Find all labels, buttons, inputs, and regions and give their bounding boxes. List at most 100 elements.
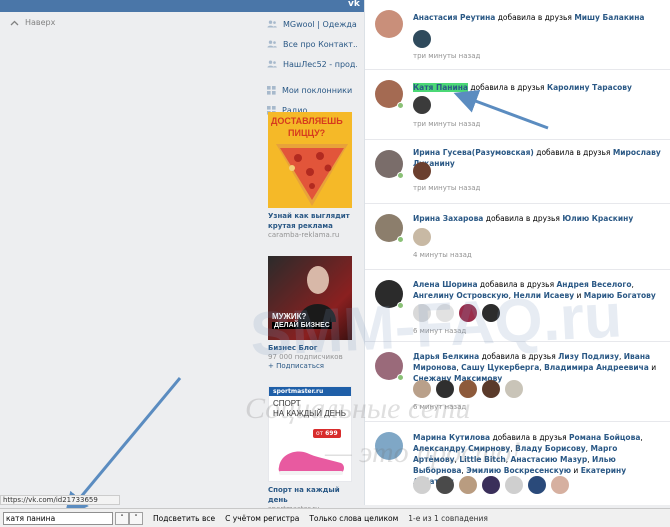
feed-entry: Марина Кутилова добавила в друзья Романа… xyxy=(365,422,670,505)
feed-entry: Ирина Захарова добавила в друзья Юлию Кр… xyxy=(365,204,670,270)
people-icon xyxy=(267,40,277,48)
ad-title[interactable]: Спорт на каждый день xyxy=(268,485,352,505)
friend-link[interactable]: Мишу Балакина xyxy=(574,13,644,22)
find-result-count: 1-е из 1 совпадения xyxy=(408,513,488,523)
friend-thumb[interactable] xyxy=(413,304,431,322)
ad-title[interactable]: крутая реклама xyxy=(268,221,352,231)
friend-thumb[interactable] xyxy=(528,476,546,494)
avatar[interactable] xyxy=(375,432,403,460)
friend-thumb[interactable] xyxy=(436,304,454,322)
match-case-toggle[interactable]: С учётом регистра xyxy=(225,514,299,523)
friend-thumb[interactable] xyxy=(459,476,477,494)
friend-thumb[interactable] xyxy=(505,476,523,494)
timestamp: три минуты назад xyxy=(413,184,481,192)
user-link[interactable]: Ирина Захарова xyxy=(413,214,483,223)
ad-block[interactable]: sportmaster.ru СПОРТ НА КАЖДЫЙ ДЕНЬ от 6… xyxy=(268,386,352,514)
ad-image[interactable]: sportmaster.ru СПОРТ НА КАЖДЫЙ ДЕНЬ от 6… xyxy=(268,386,352,482)
ad-image[interactable]: ДОСТАВЛЯЕШЬ ПИЦЦУ? xyxy=(268,112,352,208)
user-link[interactable]: Анастасия Реутина xyxy=(413,13,495,22)
friend-thumb[interactable] xyxy=(505,380,523,398)
friend-link[interactable]: Юлию Краскину xyxy=(562,214,633,223)
friend-thumb[interactable] xyxy=(551,476,569,494)
friends-activity-feed: Анастасия Реутина добавила в друзья Мишу… xyxy=(364,0,670,505)
find-bar: ˄ ˅ Подсветить все С учётом регистра Тол… xyxy=(0,508,670,527)
avatar[interactable] xyxy=(375,10,403,38)
subscribe-link[interactable]: + Подписаться xyxy=(268,362,352,371)
find-input[interactable] xyxy=(3,511,113,525)
price-badge: от 699 xyxy=(313,429,341,438)
friend-thumb[interactable] xyxy=(482,380,500,398)
ad-block[interactable]: МУЖИК? ДЕЛАЙ БИЗНЕС Бизнес Блог 97 000 п… xyxy=(268,256,352,371)
feed-entry: Ирина Гусева(Разумовская) добавила в дру… xyxy=(365,140,670,204)
menu-group-item[interactable]: НашЛес52 - прод... xyxy=(267,54,357,74)
chevron-up-icon xyxy=(10,20,19,25)
friend-thumb[interactable] xyxy=(459,304,477,322)
friend-link[interactable]: Марию Богатову xyxy=(584,291,656,300)
whole-words-toggle[interactable]: Только слова целиком xyxy=(309,514,398,523)
friend-thumb[interactable] xyxy=(436,476,454,494)
ad-title[interactable]: Бизнес Блог xyxy=(268,343,352,353)
people-icon xyxy=(267,60,277,68)
feed-entry: Дарья Белкина добавила в друзья Лизу Под… xyxy=(365,342,670,422)
friend-thumb[interactable] xyxy=(482,304,500,322)
friend-link[interactable]: Ангелину Островскую xyxy=(413,291,509,300)
left-menu: MGwool | Одежда... Все про Контакт... На… xyxy=(267,14,357,120)
timestamp: 6 минут назад xyxy=(413,327,467,335)
ad-subscribers: 97 000 подписчиков xyxy=(268,353,343,361)
friend-link[interactable]: Сашу Цукерберга xyxy=(461,363,539,372)
friend-link[interactable]: Лизу Подлизу xyxy=(558,352,619,361)
user-link[interactable]: Алена Шорина xyxy=(413,280,478,289)
menu-group-item[interactable]: Все про Контакт... xyxy=(267,34,357,54)
pizza-icon xyxy=(276,144,348,206)
friend-thumb[interactable] xyxy=(413,162,431,180)
user-link[interactable]: Марина Кутилова xyxy=(413,433,490,442)
user-link[interactable]: Ирина Гусева(Разумовская) xyxy=(413,148,534,157)
status-url: https://vk.com/id21733659 xyxy=(0,495,120,505)
friend-link[interactable]: Эмилию Воскресенскую xyxy=(466,466,571,475)
friend-thumb[interactable] xyxy=(413,476,431,494)
ad-block[interactable]: ДОСТАВЛЯЕШЬ ПИЦЦУ? Узнай как выглядит кр… xyxy=(268,112,352,240)
timestamp: три минуты назад xyxy=(413,120,481,128)
friend-link[interactable]: Нелли Исаеву xyxy=(513,291,574,300)
friend-link[interactable]: Владимира Андреевича xyxy=(544,363,649,372)
friend-link[interactable]: Романа Бойцова xyxy=(569,433,640,442)
apps-icon xyxy=(267,85,276,95)
friend-thumb[interactable] xyxy=(413,380,431,398)
sneaker-icon xyxy=(278,451,344,475)
friend-thumb[interactable] xyxy=(436,380,454,398)
ad-domain: caramba-reklama.ru xyxy=(268,231,340,239)
online-indicator xyxy=(397,236,404,243)
online-indicator xyxy=(397,172,404,179)
timestamp: три минуты назад xyxy=(413,52,481,60)
online-indicator xyxy=(397,374,404,381)
friend-thumb[interactable] xyxy=(413,96,431,114)
back-to-top[interactable]: Наверх xyxy=(10,18,55,27)
menu-group-item[interactable]: MGwool | Одежда... xyxy=(267,14,357,34)
menu-item-fans[interactable]: Мои поклонники 8 xyxy=(267,80,357,100)
vk-logo[interactable]: vk xyxy=(348,0,362,9)
highlight-all-toggle[interactable]: Подсветить все xyxy=(153,514,215,523)
friend-thumb[interactable] xyxy=(482,476,500,494)
friend-thumb[interactable] xyxy=(413,30,431,48)
friend-link[interactable]: Александру Смирнову xyxy=(413,444,510,453)
friend-thumb[interactable] xyxy=(413,228,431,246)
online-indicator xyxy=(397,102,404,109)
friend-thumb[interactable] xyxy=(459,380,477,398)
user-link-highlighted[interactable]: Катя Панина xyxy=(413,83,468,92)
friend-link[interactable]: Каролину Тарасову xyxy=(547,83,632,92)
friend-link[interactable]: Андрея Веселого xyxy=(557,280,632,289)
ad-title[interactable]: Узнай как выглядит xyxy=(268,211,352,221)
timestamp: 4 минуты назад xyxy=(413,251,472,259)
people-icon xyxy=(267,20,277,28)
find-prev-button[interactable]: ˄ xyxy=(115,511,129,525)
friend-link[interactable]: Анастасию Мазур xyxy=(511,455,588,464)
friend-link[interactable]: Владу Борисову xyxy=(515,444,586,453)
back-to-top-label: Наверх xyxy=(25,18,56,27)
find-next-button[interactable]: ˅ xyxy=(129,511,143,525)
online-indicator xyxy=(397,302,404,309)
friend-link[interactable]: Little Bitch xyxy=(459,455,505,464)
ad-image[interactable]: МУЖИК? ДЕЛАЙ БИЗНЕС xyxy=(268,256,352,340)
feed-entry: Анастасия Реутина добавила в друзья Мишу… xyxy=(365,0,670,70)
feed-entry: Катя Панина добавила в друзья Каролину Т… xyxy=(365,70,670,140)
user-link[interactable]: Дарья Белкина xyxy=(413,352,479,361)
